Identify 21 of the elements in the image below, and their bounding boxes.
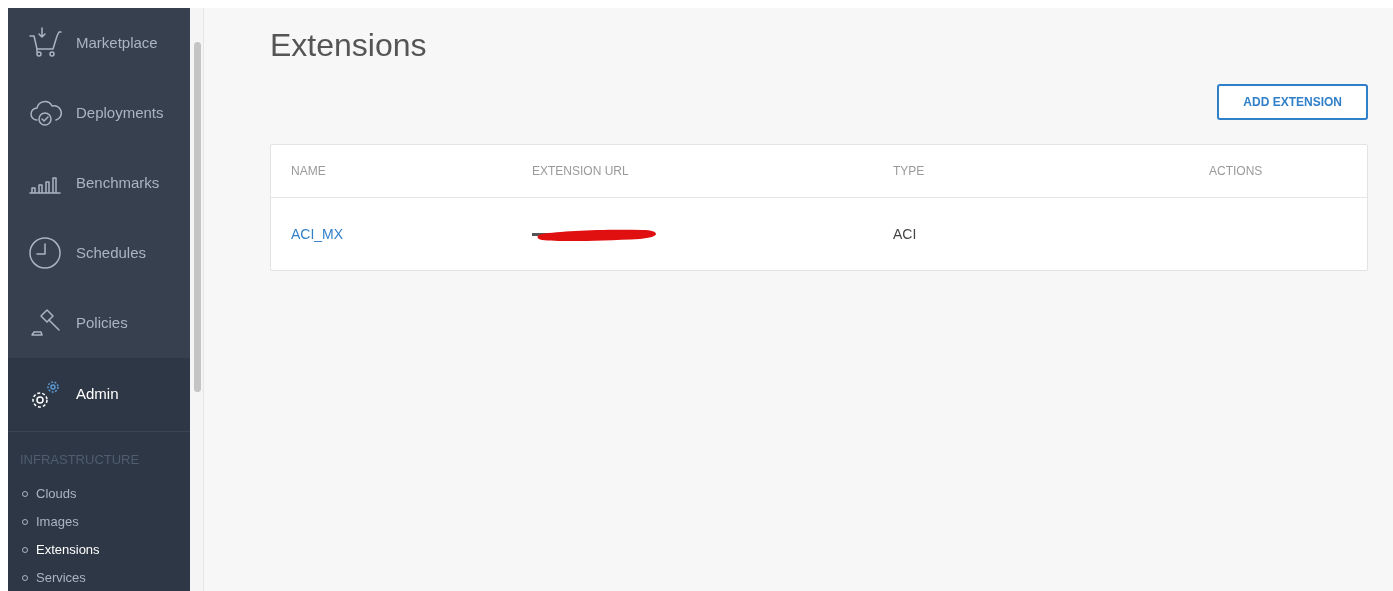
scrollbar-thumb[interactable]	[194, 42, 201, 392]
submenu-link[interactable]: Images	[36, 511, 79, 532]
nav-item[interactable]: Schedules	[8, 218, 190, 288]
nav-item[interactable]: Deployments	[8, 78, 190, 148]
submenu-link[interactable]: Extensions	[36, 539, 100, 560]
clock-icon	[28, 236, 62, 270]
column-header: TYPE	[893, 164, 925, 179]
nav-item[interactable]: Policies	[8, 288, 190, 358]
nav-item[interactable]: Admin	[8, 358, 190, 431]
add-extension-button[interactable]: ADD EXTENSION	[1217, 84, 1368, 121]
cart-icon	[28, 26, 62, 60]
nav-item[interactable]: Benchmarks	[8, 148, 190, 218]
table-cell: ACI	[893, 225, 917, 242]
page-title: Extensions	[270, 26, 428, 65]
submenu-link[interactable]: Services	[36, 567, 86, 588]
extension-name-link[interactable]: ACI_MX	[291, 225, 344, 242]
column-header: NAME	[291, 164, 326, 179]
column-header: ACTIONS	[1209, 164, 1263, 179]
nav-item[interactable]: Marketplace	[8, 8, 190, 78]
submenu-link[interactable]: Clouds	[36, 483, 77, 504]
column-header: EXTENSION URL	[532, 164, 629, 179]
